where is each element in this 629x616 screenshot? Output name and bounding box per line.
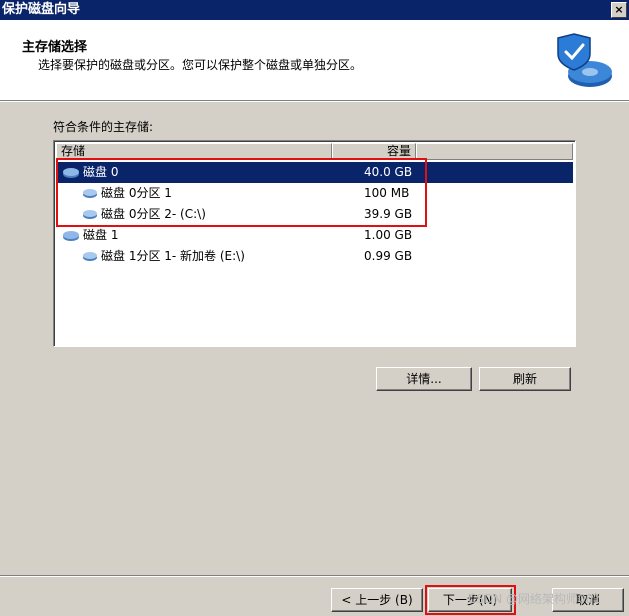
- partition-icon: [83, 210, 97, 219]
- list-item-disk-1[interactable]: 磁盘 1 1.00 GB: [56, 225, 573, 246]
- list-item-disk-0-part-1[interactable]: 磁盘 0分区 1 100 MB: [56, 183, 573, 204]
- list-item-size: 1.00 GB: [364, 228, 413, 242]
- partition-icon: [83, 189, 97, 198]
- title-bar[interactable]: 保护磁盘向导 ×: [0, 0, 629, 20]
- list-item-name: 磁盘 0: [83, 165, 119, 179]
- close-button[interactable]: ×: [611, 2, 627, 18]
- list-item-disk-0[interactable]: 磁盘 0 40.0 GB: [56, 162, 573, 183]
- footer-separator-highlight: [0, 576, 629, 577]
- list-item-size: 100 MB: [364, 186, 410, 200]
- refresh-button[interactable]: 刷新: [479, 367, 571, 391]
- column-header-bar: 存储 容量: [56, 143, 573, 160]
- column-header-storage[interactable]: 存储: [56, 143, 332, 160]
- header-separator: [0, 101, 629, 102]
- disk-icon: [63, 167, 79, 178]
- page-title: 主存储选择: [22, 40, 88, 55]
- page-subtitle: 选择要保护的磁盘或分区。您可以保护整个磁盘或单独分区。: [38, 58, 363, 72]
- storage-list-label: 符合条件的主存储:: [53, 120, 154, 134]
- list-item-name: 磁盘 0分区 1: [101, 186, 172, 200]
- list-item-disk-0-part-2[interactable]: 磁盘 0分区 2- (C:\) 39.9 GB: [56, 204, 573, 225]
- list-item-size: 40.0 GB: [364, 165, 413, 179]
- list-item-size: 39.9 GB: [364, 207, 413, 221]
- list-item-name: 磁盘 1分区 1- 新加卷 (E:\): [101, 249, 245, 263]
- list-item-size: 0.99 GB: [364, 249, 413, 263]
- list-item-disk-1-part-1[interactable]: 磁盘 1分区 1- 新加卷 (E:\) 0.99 GB: [56, 246, 573, 267]
- watermark: CSDN @网络架构师001: [468, 592, 601, 606]
- column-header-capacity[interactable]: 容量: [332, 143, 416, 160]
- window-title: 保护磁盘向导: [2, 2, 81, 17]
- storage-listview[interactable]: 存储 容量 磁盘 0 40.0 GB 磁盘 0分区 1 100 MB 磁盘 0分…: [53, 140, 576, 347]
- column-header-filler: [416, 143, 573, 160]
- details-button[interactable]: 详情...: [376, 367, 472, 391]
- wizard-window: 保护磁盘向导 × 主存储选择 选择要保护的磁盘或分区。您可以保护整个磁盘或单独分…: [0, 0, 629, 616]
- disk-icon: [63, 230, 79, 241]
- back-button[interactable]: < 上一步 (B): [331, 588, 423, 612]
- list-item-name: 磁盘 1: [83, 228, 119, 242]
- partition-icon: [83, 252, 97, 261]
- shield-disk-icon: [557, 33, 612, 87]
- list-item-name: 磁盘 0分区 2- (C:\): [101, 207, 206, 221]
- wizard-header: 主存储选择 选择要保护的磁盘或分区。您可以保护整个磁盘或单独分区。: [0, 20, 629, 101]
